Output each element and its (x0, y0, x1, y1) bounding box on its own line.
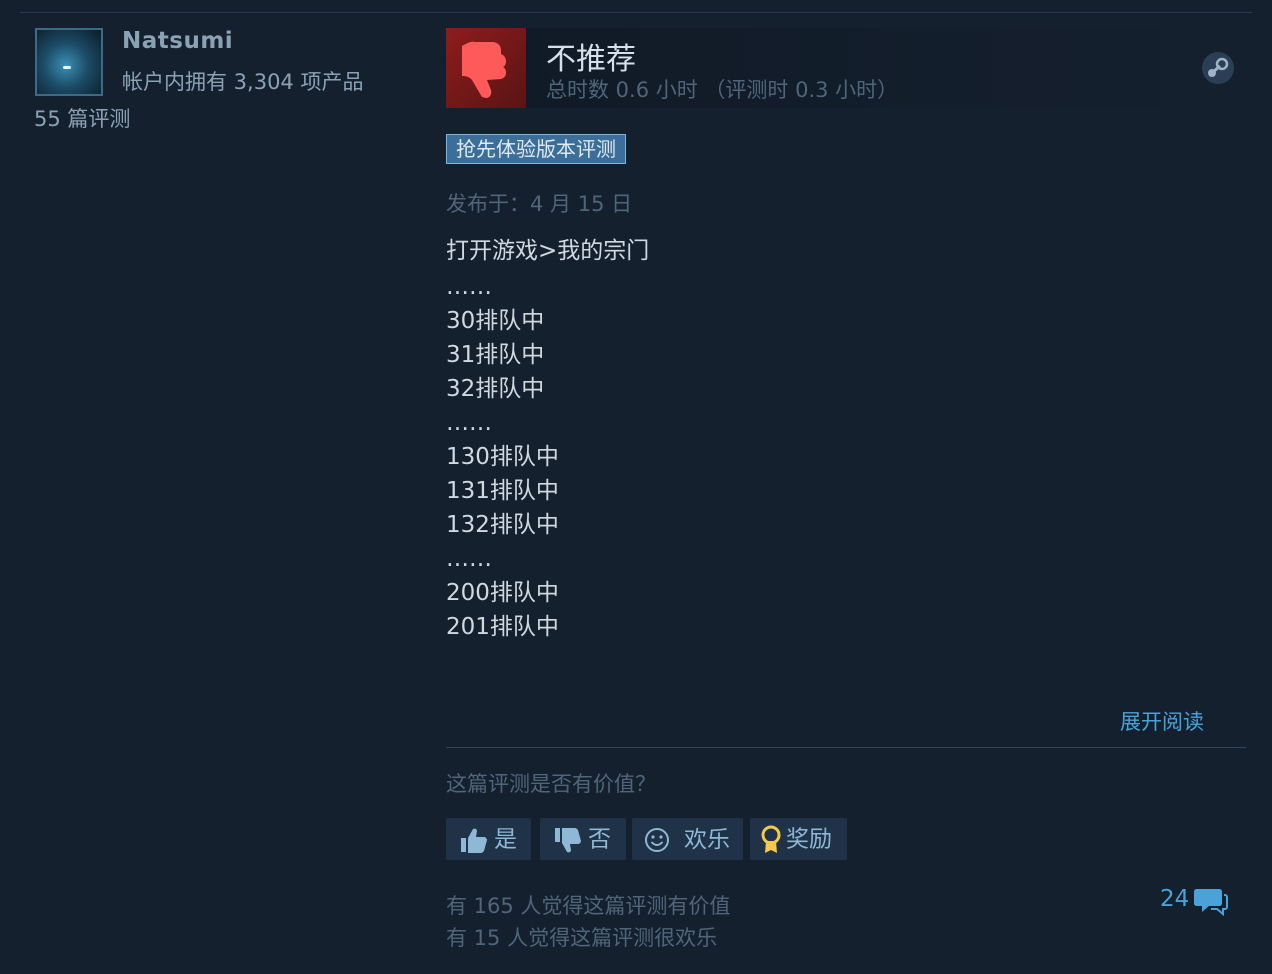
vote-yes-label: 是 (494, 826, 517, 853)
review-count[interactable]: 55 篇评测 (34, 103, 130, 133)
review-line: 131排队中 (446, 478, 559, 504)
vote-no-button[interactable]: 否 (540, 818, 626, 860)
comment-count: 24 (1160, 886, 1190, 912)
review-line: …… (446, 274, 492, 300)
vote-yes-button[interactable]: 是 (446, 818, 531, 860)
thumbs-down-icon (462, 41, 506, 98)
early-access-badge: 抢先体验版本评测 (446, 134, 626, 164)
review-stats: 有 165 人觉得这篇评测有价值 有 15 人觉得这篇评测很欢乐 (446, 890, 730, 954)
top-divider (20, 12, 1252, 13)
vote-no-label: 否 (588, 826, 611, 853)
comments-link[interactable]: 24 (1160, 886, 1228, 917)
award-ribbon-icon (761, 825, 781, 853)
vote-funny-label: 欢乐 (684, 826, 730, 853)
products-owned[interactable]: 帐户内拥有 3,304 项产品 (122, 66, 363, 96)
comment-bubble-icon (1194, 889, 1228, 917)
review-line: 201排队中 (446, 614, 559, 640)
thumbs-up-icon (461, 828, 487, 853)
helpful-question: 这篇评测是否有价值？ (446, 772, 656, 796)
award-button[interactable]: 奖励 (750, 818, 847, 860)
smiley-icon (645, 827, 669, 852)
playtime: 总时数 0.6 小时 （评测时 0.3 小时） (546, 78, 899, 102)
thumbs-down-icon (555, 827, 581, 852)
steam-icon (1202, 52, 1234, 84)
review-line: 31排队中 (446, 342, 545, 368)
divider (446, 747, 1246, 748)
review-line: 200排队中 (446, 580, 559, 606)
review-line: 32排队中 (446, 376, 545, 402)
review-line: …… (446, 546, 492, 572)
author-avatar[interactable] (35, 28, 103, 96)
review-line: 130排队中 (446, 444, 559, 470)
review-line: …… (446, 410, 492, 436)
verdict-title[interactable]: 不推荐 (546, 34, 636, 78)
award-label: 奖励 (786, 826, 832, 853)
helpful-count: 有 165 人觉得这篇评测有价值 (446, 894, 731, 918)
posted-date: 发布于：4 月 15 日 (446, 192, 633, 216)
author-name[interactable]: Natsumi (122, 28, 233, 54)
verdict-thumbnail[interactable] (446, 28, 526, 108)
vote-funny-button[interactable]: 欢乐 (632, 818, 743, 860)
funny-count: 有 15 人觉得这篇评测很欢乐 (446, 926, 718, 950)
review-line: 打开游戏>我的宗门 (446, 238, 650, 264)
review-text: 打开游戏>我的宗门 …… 30排队中 31排队中 32排队中 …… 130排队中… (446, 232, 649, 644)
review-line: 132排队中 (446, 512, 559, 538)
review-line: 30排队中 (446, 308, 545, 334)
expand-link[interactable]: 展开阅读 (1120, 706, 1204, 736)
